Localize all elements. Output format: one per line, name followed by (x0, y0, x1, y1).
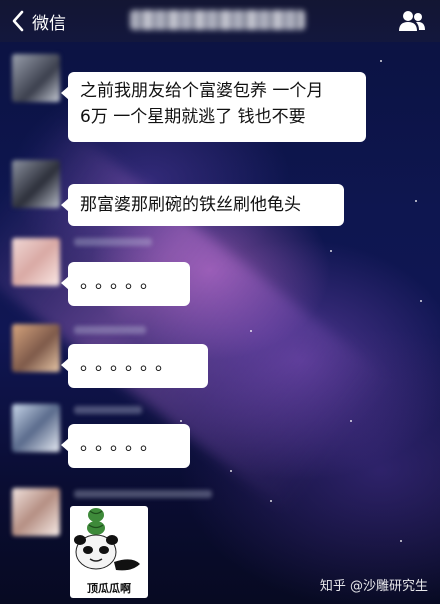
sender-name-obscured (74, 406, 142, 414)
avatar[interactable] (12, 324, 60, 372)
message-text: 。。。。。。 (80, 354, 179, 375)
avatar[interactable] (12, 54, 60, 102)
chevron-left-icon (12, 10, 24, 32)
message-bubble[interactable]: 那富婆那刷碗的铁丝刷他龟头 (61, 184, 344, 226)
group-contacts-icon[interactable] (398, 9, 426, 33)
avatar[interactable] (12, 238, 60, 286)
back-button[interactable]: 微信 (8, 6, 66, 36)
sticker-caption: 顶瓜瓜啊 (87, 582, 131, 595)
panda-watermelon-sticker (74, 508, 140, 571)
message-text: 那富婆那刷碗的铁丝刷他龟头 (80, 195, 301, 215)
message-text: 6万 一个星期就逃了 钱也不要 (80, 107, 306, 127)
avatar[interactable] (12, 404, 60, 452)
message-bubble[interactable]: 。。。。。 (61, 262, 190, 306)
avatar[interactable] (12, 160, 60, 208)
watermark: 知乎 @沙雕研究生 (319, 579, 428, 594)
message-text: 之前我朋友给个富婆包养 一个月 (80, 81, 324, 101)
message-text: 。。。。。 (80, 434, 164, 455)
back-label: 微信 (32, 13, 66, 34)
sender-name-obscured (74, 490, 212, 498)
chat-title-obscured (130, 10, 305, 30)
sticker-message[interactable]: 顶瓜瓜啊 (70, 506, 148, 598)
message-text: 。。。。。 (80, 272, 164, 293)
avatar[interactable] (12, 488, 60, 536)
message-bubble[interactable]: 。。。。。 (61, 424, 190, 468)
sender-name-obscured (74, 326, 146, 334)
chat-header: 微信 (0, 0, 440, 42)
sender-name-obscured (74, 238, 152, 246)
message-bubble[interactable]: 。。。。。。 (61, 344, 208, 388)
message-bubble[interactable]: 之前我朋友给个富婆包养 一个月 6万 一个星期就逃了 钱也不要 (61, 72, 366, 142)
